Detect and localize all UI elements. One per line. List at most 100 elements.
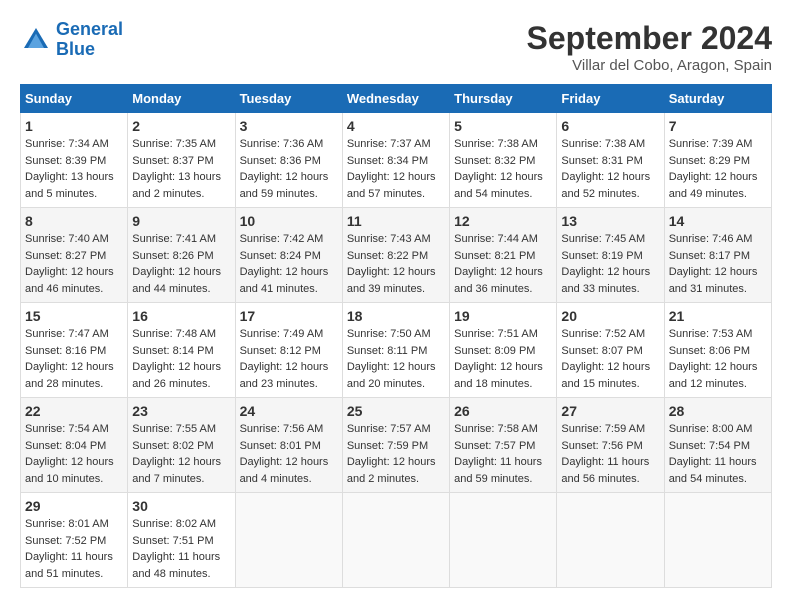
calendar-cell: 17Sunrise: 7:49 AMSunset: 8:12 PMDayligh… (235, 303, 342, 398)
day-info: Sunrise: 7:44 AMSunset: 8:21 PMDaylight:… (454, 231, 552, 297)
day-info: Sunrise: 7:49 AMSunset: 8:12 PMDaylight:… (240, 326, 338, 392)
day-info: Sunrise: 7:57 AMSunset: 7:59 PMDaylight:… (347, 421, 445, 487)
day-number: 4 (347, 118, 445, 134)
col-sunday: Sunday (21, 85, 128, 113)
calendar-cell (235, 493, 342, 588)
calendar-header-row: Sunday Monday Tuesday Wednesday Thursday… (21, 85, 772, 113)
day-info: Sunrise: 7:52 AMSunset: 8:07 PMDaylight:… (561, 326, 659, 392)
day-info: Sunrise: 7:35 AMSunset: 8:37 PMDaylight:… (132, 136, 230, 202)
day-number: 14 (669, 213, 767, 229)
calendar-cell: 3Sunrise: 7:36 AMSunset: 8:36 PMDaylight… (235, 113, 342, 208)
calendar-cell: 6 Sunrise: 7:38 AMSunset: 8:31 PMDaylight… (557, 113, 664, 208)
day-info: Sunrise: 7:41 AMSunset: 8:26 PMDaylight:… (132, 231, 230, 297)
calendar-cell: 22Sunrise: 7:54 AMSunset: 8:04 PMDayligh… (21, 398, 128, 493)
day-info: Sunrise: 7:38 AMSunset: 8:31 PMDaylight:… (561, 136, 659, 202)
calendar-cell: 14 Sunrise: 7:46 AMSunset: 8:17 PMDayligh… (664, 208, 771, 303)
calendar-cell: 19 Sunrise: 7:51 AMSunset: 8:09 PMDayligh… (450, 303, 557, 398)
day-number: 8 (25, 213, 123, 229)
calendar-cell (450, 493, 557, 588)
day-number: 6 (561, 118, 659, 134)
logo-text: General Blue (56, 20, 123, 60)
calendar-cell: 29 Sunrise: 8:01 AMSunset: 7:52 PMDayligh… (21, 493, 128, 588)
calendar-week-row: 1Sunrise: 7:34 AMSunset: 8:39 PMDaylight… (21, 113, 772, 208)
day-info: Sunrise: 8:00 AMSunset: 7:54 PMDaylight:… (669, 421, 767, 487)
day-number: 22 (25, 403, 123, 419)
day-info: Sunrise: 7:48 AMSunset: 8:14 PMDaylight:… (132, 326, 230, 392)
day-number: 16 (132, 308, 230, 324)
day-number: 7 (669, 118, 767, 134)
day-number: 25 (347, 403, 445, 419)
calendar-cell: 18 Sunrise: 7:50 AMSunset: 8:11 PMDayligh… (342, 303, 449, 398)
calendar-cell (342, 493, 449, 588)
calendar-cell: 15 Sunrise: 7:47 AMSunset: 8:16 PMDayligh… (21, 303, 128, 398)
day-number: 11 (347, 213, 445, 229)
day-number: 30 (132, 498, 230, 514)
calendar-cell: 13 Sunrise: 7:45 AMSunset: 8:19 PMDayligh… (557, 208, 664, 303)
day-info: Sunrise: 7:43 AMSunset: 8:22 PMDaylight:… (347, 231, 445, 297)
day-info: Sunrise: 7:51 AMSunset: 8:09 PMDaylight:… (454, 326, 552, 392)
col-tuesday: Tuesday (235, 85, 342, 113)
calendar-table: Sunday Monday Tuesday Wednesday Thursday… (20, 84, 772, 588)
calendar-week-row: 15 Sunrise: 7:47 AMSunset: 8:16 PMDayligh… (21, 303, 772, 398)
day-number: 26 (454, 403, 552, 419)
day-number: 1 (25, 118, 123, 134)
day-info: Sunrise: 7:58 AMSunset: 7:57 PMDaylight:… (454, 421, 552, 487)
calendar-cell: 20 Sunrise: 7:52 AMSunset: 8:07 PMDayligh… (557, 303, 664, 398)
calendar-cell: 24Sunrise: 7:56 AMSunset: 8:01 PMDayligh… (235, 398, 342, 493)
calendar-cell: 9 Sunrise: 7:41 AMSunset: 8:26 PMDaylight… (128, 208, 235, 303)
day-number: 15 (25, 308, 123, 324)
calendar-cell: 1Sunrise: 7:34 AMSunset: 8:39 PMDaylight… (21, 113, 128, 208)
col-saturday: Saturday (664, 85, 771, 113)
day-info: Sunrise: 7:53 AMSunset: 8:06 PMDaylight:… (669, 326, 767, 392)
day-info: Sunrise: 7:47 AMSunset: 8:16 PMDaylight:… (25, 326, 123, 392)
location: Villar del Cobo, Aragon, Spain (527, 57, 772, 74)
title-block: September 2024 Villar del Cobo, Aragon, … (527, 20, 772, 74)
day-number: 13 (561, 213, 659, 229)
day-number: 20 (561, 308, 659, 324)
day-number: 19 (454, 308, 552, 324)
day-number: 3 (240, 118, 338, 134)
day-number: 12 (454, 213, 552, 229)
col-monday: Monday (128, 85, 235, 113)
day-number: 9 (132, 213, 230, 229)
day-number: 24 (240, 403, 338, 419)
calendar-cell: 7Sunrise: 7:39 AMSunset: 8:29 PMDaylight… (664, 113, 771, 208)
day-number: 10 (240, 213, 338, 229)
day-info: Sunrise: 7:45 AMSunset: 8:19 PMDaylight:… (561, 231, 659, 297)
day-number: 27 (561, 403, 659, 419)
calendar-cell: 8Sunrise: 7:40 AMSunset: 8:27 PMDaylight… (21, 208, 128, 303)
day-info: Sunrise: 7:46 AMSunset: 8:17 PMDaylight:… (669, 231, 767, 297)
month-year: September 2024 (527, 20, 772, 57)
calendar-cell: 12 Sunrise: 7:44 AMSunset: 8:21 PMDayligh… (450, 208, 557, 303)
calendar-cell: 28Sunrise: 8:00 AMSunset: 7:54 PMDayligh… (664, 398, 771, 493)
day-number: 5 (454, 118, 552, 134)
calendar-cell: 26 Sunrise: 7:58 AMSunset: 7:57 PMDayligh… (450, 398, 557, 493)
col-thursday: Thursday (450, 85, 557, 113)
calendar-cell: 10 Sunrise: 7:42 AMSunset: 8:24 PMDayligh… (235, 208, 342, 303)
day-number: 18 (347, 308, 445, 324)
calendar-cell (664, 493, 771, 588)
calendar-cell: 30 Sunrise: 8:02 AMSunset: 7:51 PMDayligh… (128, 493, 235, 588)
day-info: Sunrise: 8:01 AMSunset: 7:52 PMDaylight:… (25, 516, 123, 582)
day-info: Sunrise: 7:50 AMSunset: 8:11 PMDaylight:… (347, 326, 445, 392)
day-number: 23 (132, 403, 230, 419)
calendar-cell: 23Sunrise: 7:55 AMSunset: 8:02 PMDayligh… (128, 398, 235, 493)
col-friday: Friday (557, 85, 664, 113)
calendar-week-row: 22Sunrise: 7:54 AMSunset: 8:04 PMDayligh… (21, 398, 772, 493)
calendar-cell (557, 493, 664, 588)
day-number: 2 (132, 118, 230, 134)
logo-icon (20, 24, 52, 56)
calendar-week-row: 8Sunrise: 7:40 AMSunset: 8:27 PMDaylight… (21, 208, 772, 303)
col-wednesday: Wednesday (342, 85, 449, 113)
day-number: 29 (25, 498, 123, 514)
day-info: Sunrise: 7:38 AMSunset: 8:32 PMDaylight:… (454, 136, 552, 202)
calendar-cell: 25 Sunrise: 7:57 AMSunset: 7:59 PMDayligh… (342, 398, 449, 493)
page-header: General Blue September 2024 Villar del C… (20, 20, 772, 74)
calendar-cell: 27 Sunrise: 7:59 AMSunset: 7:56 PMDayligh… (557, 398, 664, 493)
calendar-week-row: 29 Sunrise: 8:01 AMSunset: 7:52 PMDayligh… (21, 493, 772, 588)
calendar-cell: 2 Sunrise: 7:35 AMSunset: 8:37 PMDaylight… (128, 113, 235, 208)
day-info: Sunrise: 8:02 AMSunset: 7:51 PMDaylight:… (132, 516, 230, 582)
day-info: Sunrise: 7:42 AMSunset: 8:24 PMDaylight:… (240, 231, 338, 297)
day-info: Sunrise: 7:59 AMSunset: 7:56 PMDaylight:… (561, 421, 659, 487)
calendar-cell: 11 Sunrise: 7:43 AMSunset: 8:22 PMDayligh… (342, 208, 449, 303)
